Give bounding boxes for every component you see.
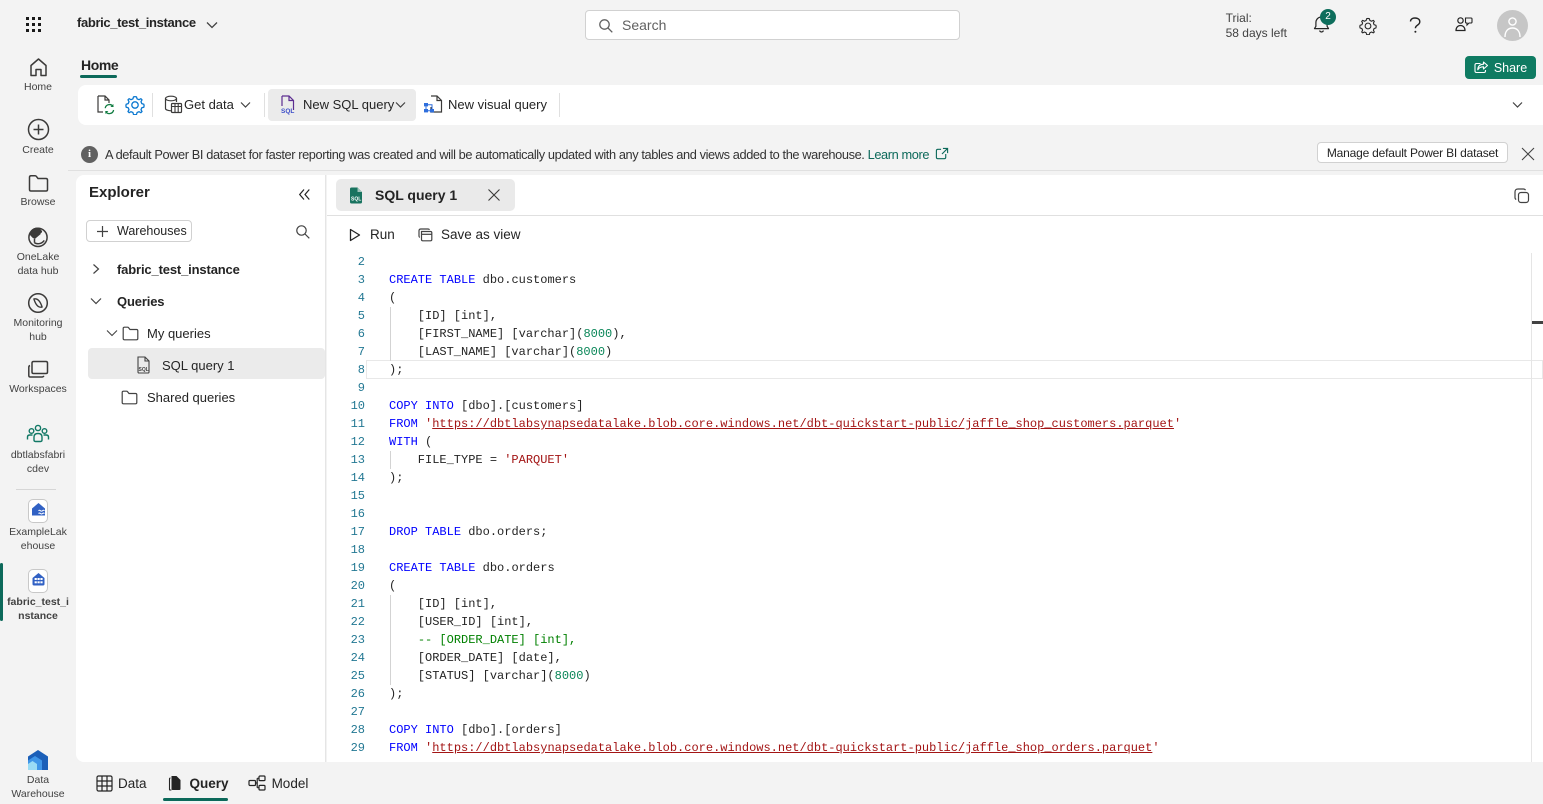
svg-text:SQL: SQL (281, 108, 294, 115)
svg-text:SQL: SQL (139, 367, 149, 373)
svg-text:SQL: SQL (351, 196, 361, 202)
